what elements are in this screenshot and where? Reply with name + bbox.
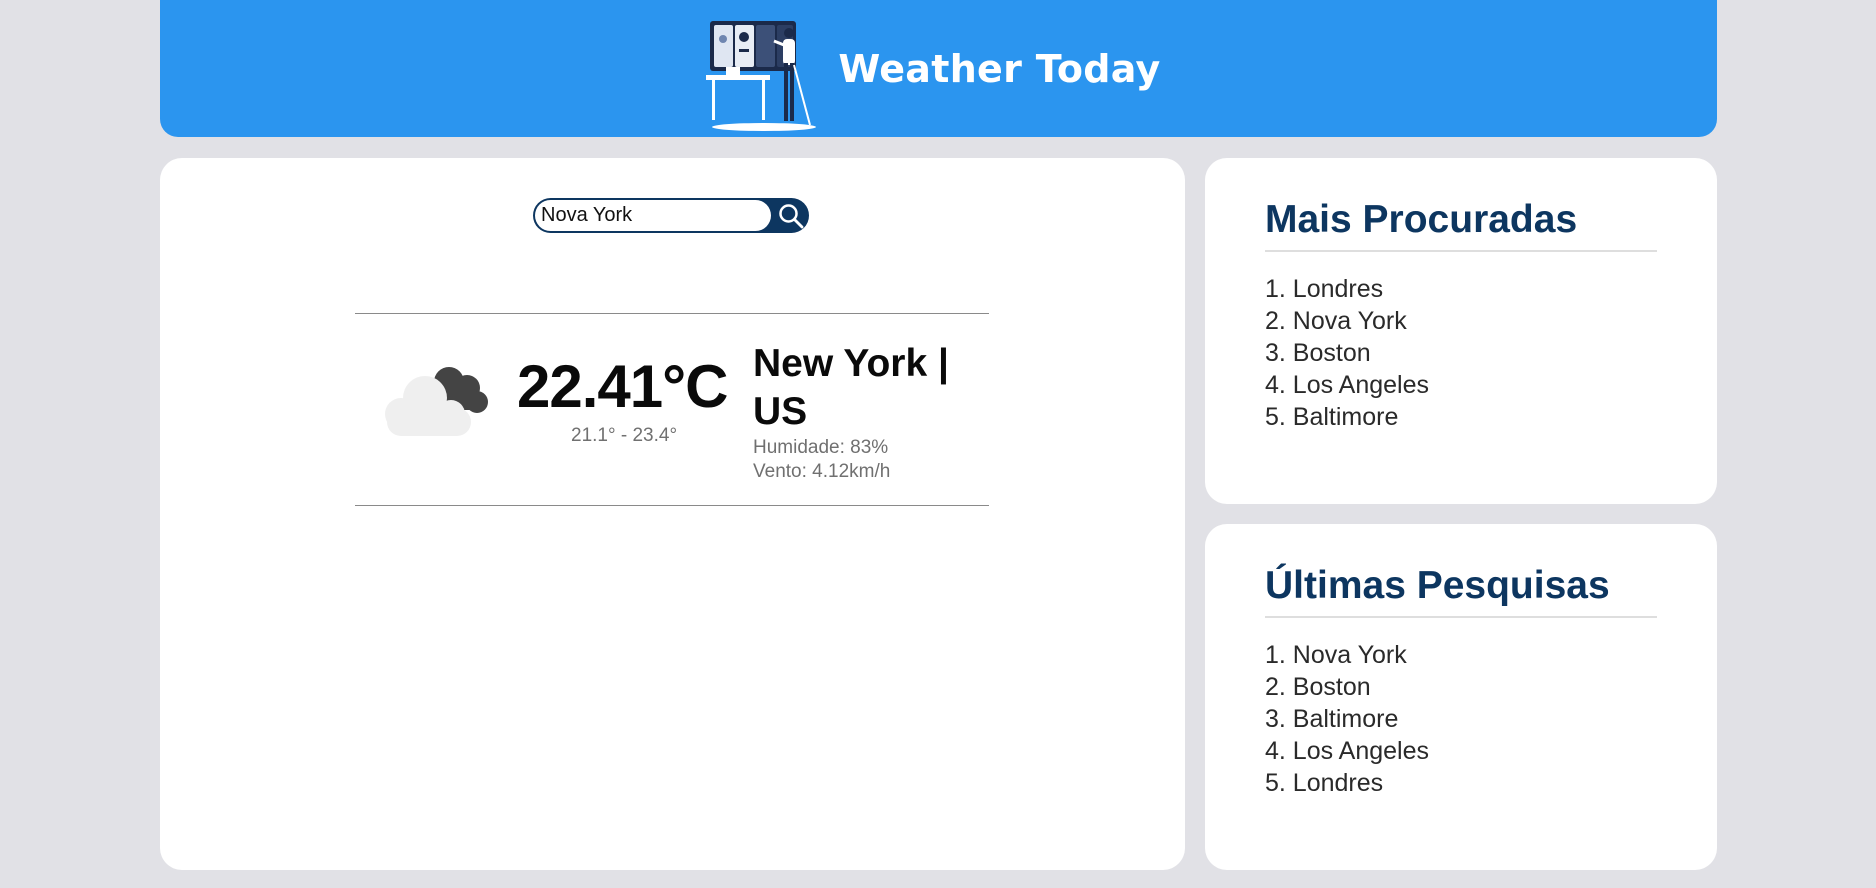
recent-search-item[interactable]: 5. Londres [1265,767,1429,799]
most-searched-item[interactable]: 1. Londres [1265,273,1429,305]
recent-searches-panel: Últimas Pesquisas 1. Nova York 2. Boston… [1205,524,1717,870]
recent-searches-list: 1. Nova York 2. Boston 3. Baltimore 4. L… [1265,639,1429,799]
search-icon [779,203,804,228]
most-searched-title: Mais Procuradas [1265,198,1657,252]
recent-searches-title: Últimas Pesquisas [1265,564,1657,618]
humidity-value: Humidade: 83% [753,437,889,458]
most-searched-item[interactable]: 4. Los Angeles [1265,369,1429,401]
weather-illustration-logo [706,20,817,131]
app-title: Weather Today [838,46,1161,91]
city-name: New York | US [753,342,949,433]
search-input[interactable] [535,200,771,231]
most-searched-item[interactable]: 2. Nova York [1265,305,1429,337]
cloudy-icon [385,367,488,436]
most-searched-list: 1. Londres 2. Nova York 3. Boston 4. Los… [1265,273,1429,433]
most-searched-item[interactable]: 5. Baltimore [1265,401,1429,433]
recent-search-item[interactable]: 4. Los Angeles [1265,735,1429,767]
most-searched-panel: Mais Procuradas 1. Londres 2. Nova York … [1205,158,1717,504]
recent-search-item[interactable]: 3. Baltimore [1265,703,1429,735]
current-weather: 22.41°C 21.1° - 23.4° New York | US Humi… [355,313,989,506]
wind-value: Vento: 4.12km/h [753,461,891,482]
recent-search-item[interactable]: 2. Boston [1265,671,1429,703]
search-button[interactable] [773,198,809,233]
weather-panel: 22.41°C 21.1° - 23.4° New York | US Humi… [160,158,1185,870]
recent-search-item[interactable]: 1. Nova York [1265,639,1429,671]
header-brand: Weather Today [706,5,1160,133]
temperature-range: 21.1° - 23.4° [571,425,678,446]
most-searched-item[interactable]: 3. Boston [1265,337,1429,369]
temperature: 22.41°C [517,353,728,420]
search-bar [533,198,809,233]
app-header: Weather Today [160,0,1717,137]
